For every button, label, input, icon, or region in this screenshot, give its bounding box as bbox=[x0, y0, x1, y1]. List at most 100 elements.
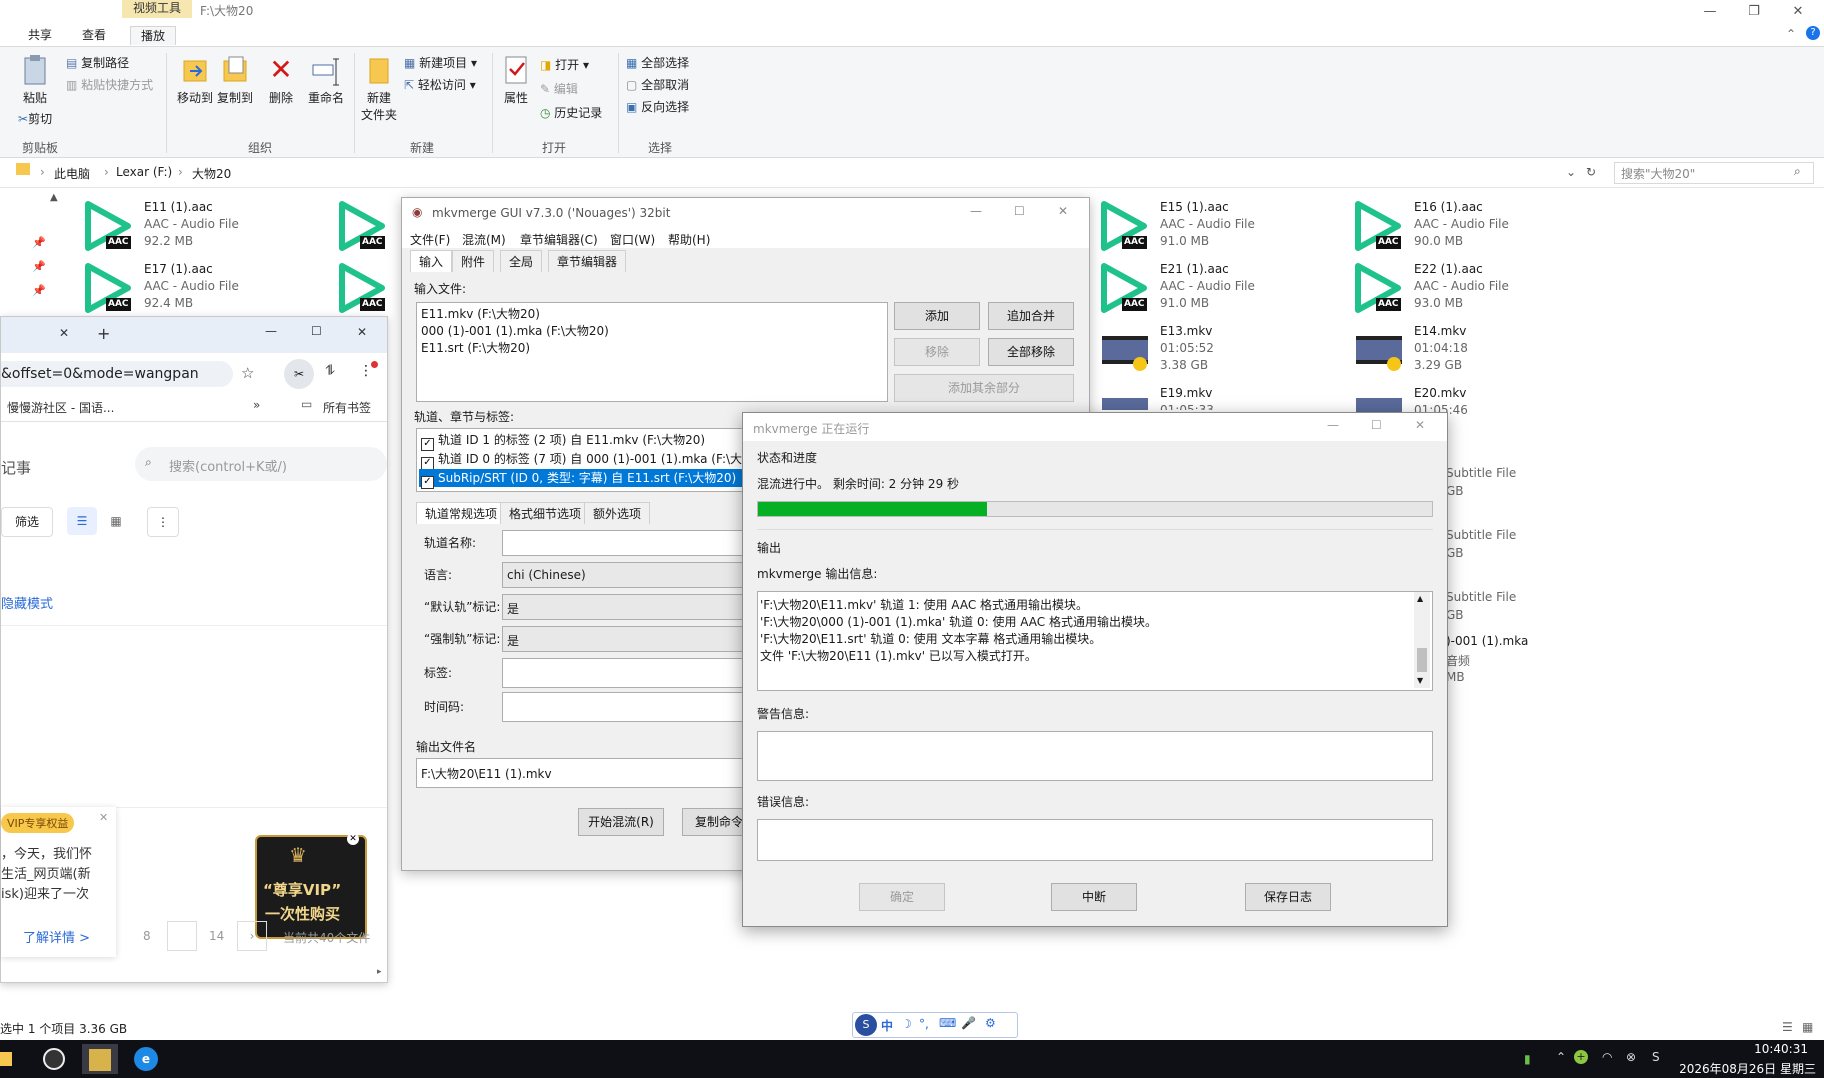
copy-to-button[interactable]: 复制到 bbox=[212, 53, 258, 106]
browser-taskbar-icon[interactable]: e bbox=[128, 1044, 164, 1074]
tab-extra-options[interactable]: 额外选项 bbox=[584, 502, 651, 524]
video-tools-context-tab[interactable]: 视频工具 bbox=[122, 0, 192, 18]
history-button[interactable]: ◷ 历史记录 bbox=[540, 103, 602, 123]
input-file-item[interactable]: E11.mkv (F:\大物20) bbox=[421, 305, 540, 322]
tray-app-icon[interactable]: + bbox=[1574, 1050, 1588, 1064]
scroll-up-icon[interactable]: ▲ bbox=[1417, 594, 1423, 603]
paste-shortcut-button[interactable]: ▥ 粘贴快捷方式 bbox=[66, 75, 153, 95]
wifi-icon[interactable]: ◠ bbox=[1602, 1050, 1612, 1064]
scrollbar[interactable]: ▲ ▼ bbox=[1414, 592, 1430, 688]
new-item-button[interactable]: ▦ 新建项目 ▾ bbox=[404, 53, 477, 73]
tab-input[interactable]: 输入 bbox=[410, 250, 453, 272]
refresh-icon[interactable]: ↻ bbox=[1586, 165, 1596, 179]
rename-button[interactable]: 重命名 bbox=[303, 53, 349, 106]
track-item[interactable]: ✓ 轨道 ID 0 的标签 (7 项) 自 000 (1)-001 (1).mka… bbox=[421, 450, 754, 470]
clock-date[interactable]: 2026年08月26日 星期三 bbox=[1664, 1060, 1816, 1077]
close-icon[interactable]: ✕ bbox=[1415, 418, 1425, 432]
list-view-icon[interactable]: ☰ bbox=[67, 507, 97, 535]
new-tab-icon[interactable]: + bbox=[97, 324, 110, 343]
properties-button[interactable]: 属性 bbox=[494, 53, 538, 106]
minimize-icon[interactable]: — bbox=[265, 324, 277, 338]
punctuation-icon[interactable]: °, bbox=[919, 1017, 929, 1031]
close-button[interactable]: ✕ bbox=[1776, 0, 1820, 26]
file-tile[interactable]: E14.mkv 01:04:18 3.29 GB bbox=[1354, 322, 1604, 380]
delete-button[interactable]: ✕ 删除 bbox=[261, 53, 301, 106]
sort-extension-icon[interactable]: ⥮ bbox=[325, 363, 335, 379]
search-input[interactable]: 搜索"大物20" bbox=[1614, 162, 1814, 184]
invert-selection-button[interactable]: ▣ 反向选择 bbox=[626, 97, 689, 117]
file-explorer-taskbar-icon[interactable] bbox=[0, 1044, 36, 1074]
scroll-down-icon[interactable]: ▼ bbox=[1417, 676, 1423, 685]
maximize-icon[interactable]: ☐ bbox=[1014, 204, 1025, 218]
bookmark-item[interactable]: 慢慢游社区 - 国语... bbox=[7, 399, 114, 416]
warnings-box[interactable] bbox=[757, 731, 1433, 781]
mkvmerge-taskbar-icon[interactable] bbox=[82, 1044, 118, 1074]
clock-time[interactable]: 10:40:31 bbox=[1716, 1042, 1808, 1056]
file-tile[interactable]: AAC E15 (1).aac AAC - Audio File 91.0 MB bbox=[1100, 198, 1350, 256]
more-options-icon[interactable]: ⋮ bbox=[147, 507, 179, 537]
cut-button[interactable]: ✂剪切 bbox=[18, 109, 52, 129]
tab-format-options[interactable]: 格式细节选项 bbox=[500, 502, 591, 524]
input-file-item[interactable]: 000 (1)-001 (1).mka (F:\大物20) bbox=[421, 322, 609, 339]
abort-button[interactable]: 中断 bbox=[1051, 883, 1137, 911]
details-view-icon[interactable]: ☰ bbox=[1782, 1020, 1793, 1034]
edit-button[interactable]: ✎ 编辑 bbox=[540, 79, 578, 99]
grid-view-icon[interactable]: ▦ bbox=[101, 507, 131, 535]
track-item[interactable]: ✓ 轨道 ID 1 的标签 (2 项) 自 E11.mkv (F:\大物20) bbox=[421, 431, 705, 451]
minimize-icon[interactable]: — bbox=[970, 204, 982, 218]
scroll-thumb[interactable] bbox=[1417, 648, 1427, 672]
more-bookmarks-icon[interactable]: » bbox=[253, 398, 260, 412]
close-tab-icon[interactable]: ✕ bbox=[59, 326, 69, 340]
breadcrumb-folder[interactable]: 大物20 bbox=[192, 165, 231, 182]
maximize-icon[interactable]: ☐ bbox=[1371, 418, 1382, 432]
errors-box[interactable] bbox=[757, 819, 1433, 861]
checkbox-checked-icon[interactable]: ✓ bbox=[421, 476, 434, 489]
chevron-up-icon[interactable]: ⌃ bbox=[1556, 1050, 1566, 1064]
menu-window[interactable]: 窗口(W) bbox=[610, 231, 655, 248]
ime-chinese-mode[interactable]: 中 bbox=[881, 1017, 893, 1034]
volume-muted-icon[interactable]: ⊗ bbox=[1626, 1050, 1636, 1064]
tab-global[interactable]: 全局 bbox=[500, 250, 543, 272]
tab-attachments[interactable]: 附件 bbox=[452, 250, 495, 272]
page-number[interactable] bbox=[167, 921, 197, 951]
ime-tray-icon[interactable]: S bbox=[1652, 1050, 1660, 1064]
page-number[interactable]: 14 bbox=[209, 929, 224, 943]
next-page-icon[interactable]: › bbox=[237, 921, 267, 951]
breadcrumb-this-pc[interactable]: 此电脑 bbox=[54, 165, 90, 182]
maximize-icon[interactable]: ☐ bbox=[311, 324, 322, 338]
ribbon-collapse-icon[interactable]: ⌃ bbox=[1786, 27, 1796, 41]
new-folder-button[interactable]: 新建 文件夹 bbox=[356, 53, 402, 123]
tab-play[interactable]: 播放 bbox=[130, 26, 177, 45]
file-tile[interactable]: AAC E11 (1).aac AAC - Audio File 92.2 MB bbox=[84, 198, 334, 256]
start-muxing-button[interactable]: 开始混流(R) bbox=[578, 808, 664, 836]
tiles-view-icon[interactable]: ▦ bbox=[1802, 1020, 1813, 1034]
url-bar[interactable]: &offset=0&mode=wangpan bbox=[1, 361, 233, 387]
file-tile[interactable]: AAC bbox=[338, 260, 398, 318]
close-icon[interactable]: ✕ bbox=[357, 325, 367, 339]
paste-button[interactable]: 粘贴 bbox=[12, 53, 58, 106]
menu-chapter-editor[interactable]: 章节编辑器(C) bbox=[520, 231, 598, 248]
file-tile[interactable]: AAC E21 (1).aac AAC - Audio File 91.0 MB bbox=[1100, 260, 1350, 318]
file-tile[interactable]: AAC E16 (1).aac AAC - Audio File 90.0 MB bbox=[1354, 198, 1604, 256]
save-log-button[interactable]: 保存日志 bbox=[1245, 883, 1331, 911]
tab-general-track-options[interactable]: 轨道常规选项 bbox=[416, 502, 507, 524]
file-tile[interactable]: E13.mkv 01:05:52 3.38 GB bbox=[1100, 322, 1350, 380]
input-files-list[interactable]: E11.mkv (F:\大物20) 000 (1)-001 (1).mka (F… bbox=[416, 302, 888, 402]
open-button[interactable]: ◨ 打开 ▾ bbox=[540, 55, 589, 75]
file-tile[interactable]: E19.mkv 01:05:33 bbox=[1100, 384, 1350, 410]
remove-button[interactable]: 移除 bbox=[894, 338, 980, 366]
close-ad-icon[interactable]: ✕ bbox=[347, 833, 359, 845]
add-other-parts-button[interactable]: 添加其余部分 bbox=[894, 374, 1074, 402]
page-search-input[interactable]: ⌕ 搜索(control+K或/) bbox=[135, 447, 387, 481]
learn-more-link[interactable]: 了解详情 > bbox=[23, 927, 90, 946]
minimize-icon[interactable]: — bbox=[1327, 418, 1339, 432]
menu-help[interactable]: 帮助(H) bbox=[668, 231, 710, 248]
tab-share[interactable]: 共享 bbox=[18, 26, 62, 44]
vip-ad[interactable]: ✕ ♛ “尊享VIP” 一次性购买 bbox=[255, 833, 367, 939]
ok-button[interactable]: 确定 bbox=[859, 883, 945, 911]
menu-mux[interactable]: 混流(M) bbox=[462, 231, 506, 248]
address-bar[interactable]: › 此电脑 › Lexar (F:) › 大物20 ⌄ ↻ bbox=[0, 159, 1824, 188]
scroll-right-icon[interactable]: ▸ bbox=[377, 967, 382, 977]
hidden-mode-link[interactable]: 隐藏模式 bbox=[1, 593, 53, 612]
tab-view[interactable]: 查看 bbox=[72, 26, 116, 44]
